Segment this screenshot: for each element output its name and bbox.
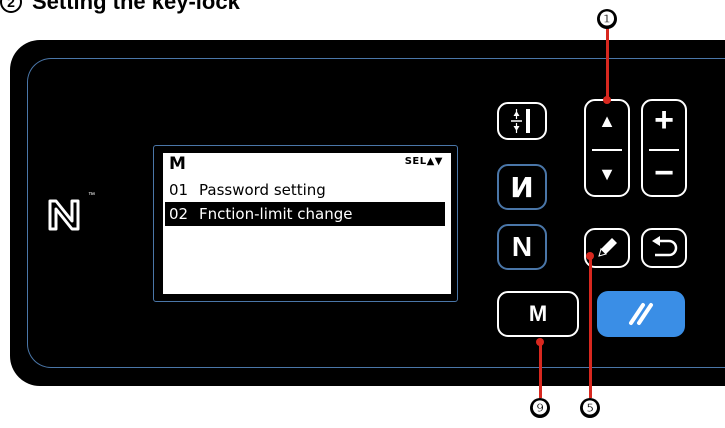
menu-item-function-limit-change[interactable]: 02 Fnction-limit change: [165, 202, 445, 226]
callout-line: [606, 28, 609, 100]
section-title: Setting the key-lock: [32, 0, 240, 14]
lcd-sel-indicator: SEL▲▼: [404, 156, 443, 167]
lcd-screen: M SEL▲▼ 01 Password setting 02 Fnction-l…: [163, 153, 451, 294]
reverse-stitch-icon: И: [510, 170, 534, 204]
up-down-button[interactable]: ▲ ▼: [584, 99, 630, 197]
callout-5: ❺: [580, 398, 600, 418]
n-button-label: N: [511, 231, 533, 262]
m-button[interactable]: M: [497, 291, 579, 337]
callout-1: ❶: [597, 9, 617, 29]
plus-icon[interactable]: +: [654, 101, 674, 140]
reverse-stitch-button[interactable]: И: [497, 164, 547, 210]
callout-number: ❺: [581, 397, 599, 418]
callout-number: ❶: [598, 8, 616, 29]
needle-position-button[interactable]: [497, 102, 547, 140]
menu-item-password-setting[interactable]: 01 Password setting: [165, 178, 445, 202]
pencil-icon: [598, 238, 617, 257]
callout-dot: [603, 96, 611, 104]
callout-number: ❾: [531, 397, 549, 418]
callout-line: [539, 344, 542, 398]
lcd-mode-title: M: [169, 154, 186, 174]
reset-button[interactable]: [597, 291, 685, 337]
trademark-mark: ™: [88, 192, 95, 199]
menu-item-label: Fnction-limit change: [199, 205, 353, 223]
section-number-badge: 2: [0, 0, 22, 13]
minus-icon[interactable]: −: [654, 154, 674, 193]
down-arrow-icon[interactable]: ▼: [598, 164, 616, 185]
m-button-label: M: [528, 301, 548, 326]
needle-position-icon: [511, 109, 530, 133]
nfc-icon: [48, 199, 80, 231]
plus-minus-button[interactable]: + −: [641, 99, 687, 197]
menu-item-number: 02: [169, 205, 189, 223]
return-button[interactable]: [641, 228, 687, 268]
callout-9: ❾: [530, 398, 550, 418]
button-divider: [592, 149, 622, 151]
return-icon: [652, 236, 678, 257]
n-button[interactable]: N: [497, 224, 547, 270]
menu-item-number: 01: [169, 181, 189, 199]
up-arrow-icon[interactable]: ▲: [598, 111, 616, 132]
reset-icon: [629, 303, 653, 325]
section-heading: 2 Setting the key-lock: [0, 0, 240, 18]
menu-item-label: Password setting: [199, 181, 326, 199]
button-divider: [649, 149, 679, 151]
callout-line: [589, 258, 592, 398]
